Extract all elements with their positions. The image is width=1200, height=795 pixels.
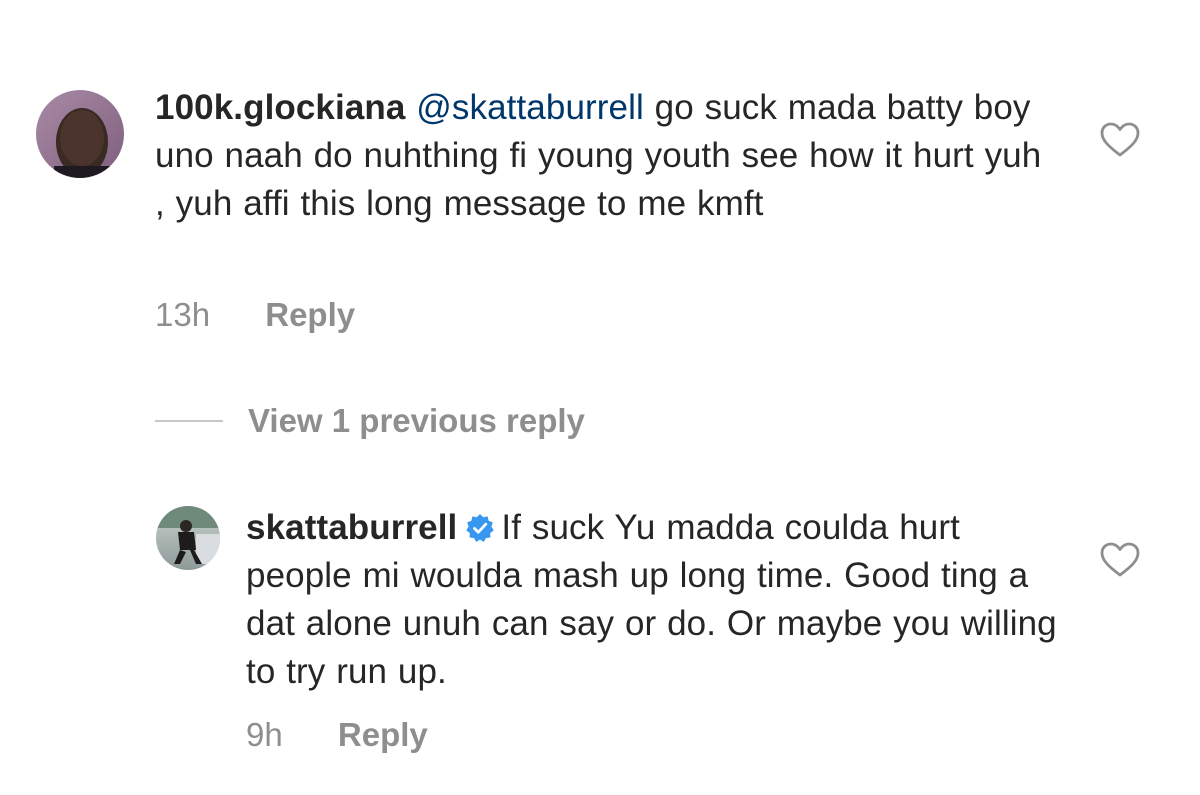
reply-body: skattaburrell If suck Yu madda coulda hu… <box>246 504 1066 696</box>
comment-meta: 13h Reply <box>155 296 355 334</box>
reply-button[interactable]: Reply <box>265 296 355 333</box>
reply-meta: 9h Reply <box>246 716 428 754</box>
comment-timestamp: 13h <box>155 296 211 333</box>
reply-username[interactable]: skattaburrell <box>246 508 457 547</box>
comment-username[interactable]: 100k.glockiana <box>155 88 405 127</box>
reply-avatar[interactable] <box>156 506 220 570</box>
heart-outline-icon[interactable] <box>1100 542 1140 578</box>
heart-outline-icon[interactable] <box>1100 122 1140 158</box>
reply-button[interactable]: Reply <box>338 716 428 753</box>
view-replies-label: View 1 previous reply <box>248 402 585 439</box>
comment-mention-link[interactable]: @skattaburrell <box>416 88 644 127</box>
reply-timestamp: 9h <box>246 716 283 753</box>
divider-line <box>155 420 223 422</box>
verified-badge-icon <box>465 513 495 543</box>
view-previous-replies-button[interactable]: View 1 previous reply <box>155 402 585 440</box>
commenter-avatar[interactable] <box>36 90 124 178</box>
comment-body: 100k.glockiana @skattaburrell go suck ma… <box>155 84 1055 228</box>
